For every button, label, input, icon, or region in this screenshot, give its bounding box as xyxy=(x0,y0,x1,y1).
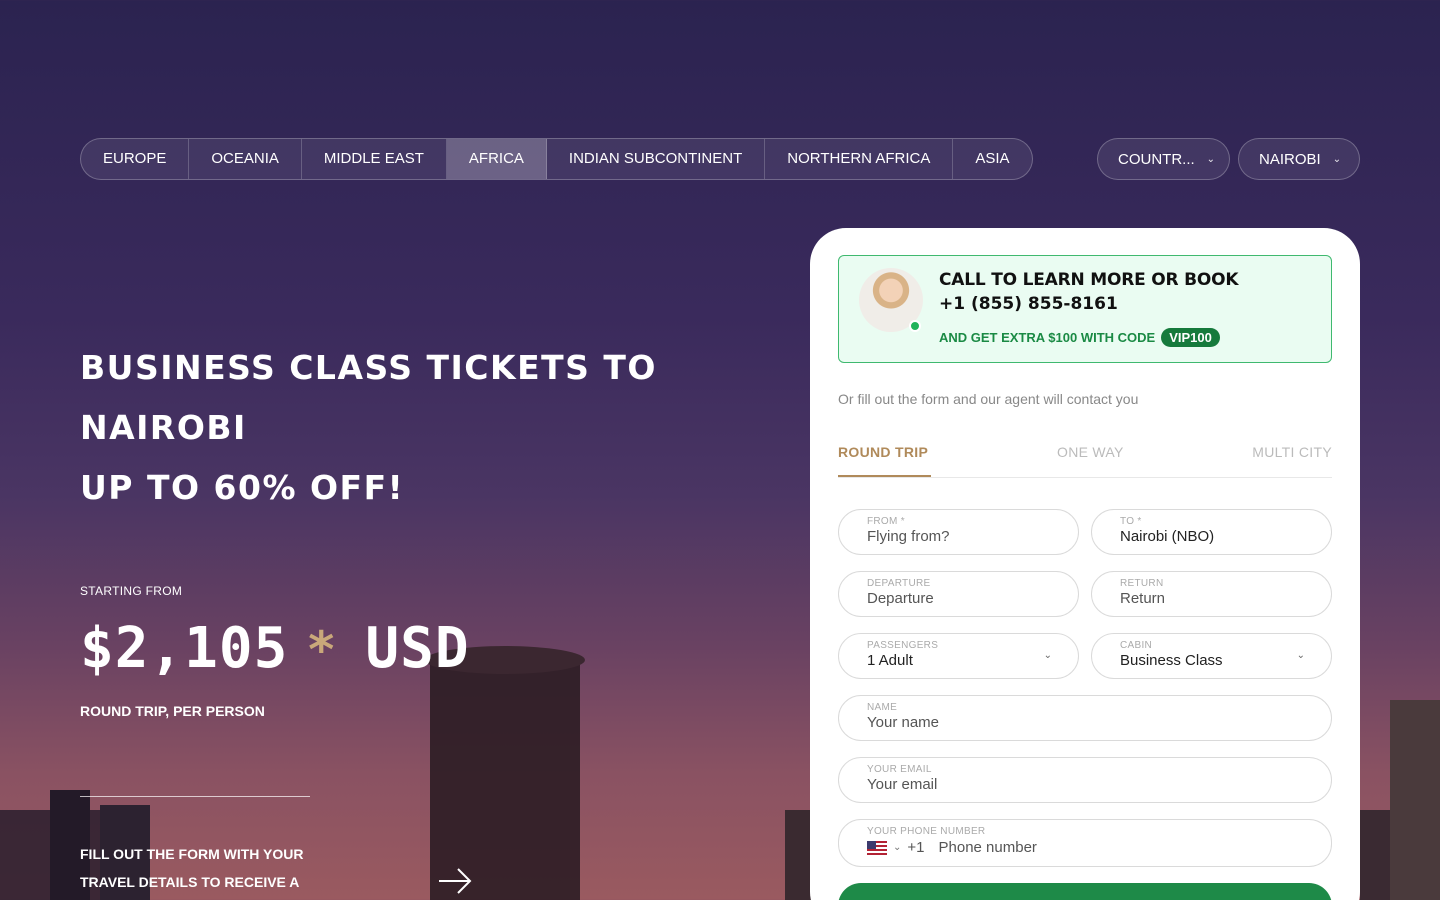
passengers-label: PASSENGERS xyxy=(867,640,939,651)
country-dropdown-label: COUNTR... xyxy=(1118,150,1195,168)
price-display: $2,105 * USD xyxy=(80,616,470,681)
from-input[interactable]: Flying from? xyxy=(867,528,1050,545)
email-input[interactable]: Your email xyxy=(867,776,1303,793)
submit-button[interactable] xyxy=(838,883,1332,900)
round-trip-note: ROUND TRIP, PER PERSON xyxy=(80,703,265,719)
trip-type-tabs: ROUND TRIP ONE WAY MULTI CITY xyxy=(838,438,1332,478)
region-tab-africa[interactable]: AFRICA xyxy=(446,139,547,179)
call-title: CALL TO LEARN MORE OR BOOK xyxy=(939,270,1239,290)
form-intro-text: Or fill out the form and our agent will … xyxy=(838,391,1139,407)
chevron-down-icon[interactable]: ⌄ xyxy=(893,842,901,853)
online-status-dot xyxy=(909,320,921,332)
region-tab-asia[interactable]: ASIA xyxy=(953,139,1031,179)
tab-round-trip[interactable]: ROUND TRIP xyxy=(838,444,928,460)
to-input[interactable]: Nairobi (NBO) xyxy=(1120,528,1303,545)
tab-multi-city[interactable]: MULTI CITY xyxy=(1252,444,1332,460)
email-field[interactable]: YOUR EMAIL Your email xyxy=(838,757,1332,803)
hero-divider xyxy=(80,796,310,797)
price-currency: USD xyxy=(365,616,470,681)
fill-form-note: FILL OUT THE FORM WITH YOUR TRAVEL DETAI… xyxy=(80,846,304,890)
email-label: YOUR EMAIL xyxy=(867,764,932,775)
region-tab-europe[interactable]: EUROPE xyxy=(81,139,190,179)
return-input[interactable]: Return xyxy=(1120,590,1303,607)
chevron-down-icon: ⌄ xyxy=(1332,153,1342,165)
phone-input[interactable]: Phone number xyxy=(939,839,1037,856)
promo-line: AND GET EXTRA $100 WITH CODE VIP100 xyxy=(939,328,1220,347)
cabin-select[interactable]: CABIN Business Class ⌄ xyxy=(1091,633,1332,679)
hero-title-line1: BUSINESS CLASS TICKETS TO xyxy=(80,348,657,387)
price-asterisk: * xyxy=(306,621,338,679)
to-field[interactable]: TO * Nairobi (NBO) xyxy=(1091,509,1332,555)
region-tab-middle-east[interactable]: MIDDLE EAST xyxy=(302,139,447,179)
return-field[interactable]: RETURN Return xyxy=(1091,571,1332,617)
departure-field[interactable]: DEPARTURE Departure xyxy=(838,571,1079,617)
name-field[interactable]: NAME Your name xyxy=(838,695,1332,741)
arrow-right-icon[interactable] xyxy=(436,862,474,900)
passengers-select[interactable]: PASSENGERS 1 Adult ⌄ xyxy=(838,633,1079,679)
phone-country-code: +1 xyxy=(907,839,925,856)
from-field[interactable]: FROM * Flying from? xyxy=(838,509,1079,555)
return-label: RETURN xyxy=(1120,578,1164,589)
us-flag-icon[interactable] xyxy=(867,840,887,855)
hero-title: BUSINESS CLASS TICKETS TO NAIROBI UP TO … xyxy=(80,338,720,518)
call-phone-link[interactable]: +1 (855) 855-8161 xyxy=(939,294,1118,314)
to-label: TO * xyxy=(1120,516,1142,527)
tab-one-way[interactable]: ONE WAY xyxy=(1057,444,1124,460)
phone-label: YOUR PHONE NUMBER xyxy=(867,826,986,837)
chevron-down-icon: ⌄ xyxy=(1206,153,1216,165)
promo-code-badge: VIP100 xyxy=(1161,328,1220,347)
phone-field[interactable]: YOUR PHONE NUMBER ⌄ +1 Phone number xyxy=(838,819,1332,867)
active-tab-underline xyxy=(838,475,931,477)
region-tabs: EUROPE OCEANIA MIDDLE EAST AFRICA INDIAN… xyxy=(80,138,1033,180)
starting-from-label: STARTING FROM xyxy=(80,584,183,598)
chevron-down-icon: ⌄ xyxy=(1043,650,1052,661)
booking-form-card: CALL TO LEARN MORE OR BOOK +1 (855) 855-… xyxy=(810,228,1360,900)
name-input[interactable]: Your name xyxy=(867,714,1303,731)
region-tab-indian-subcontinent[interactable]: INDIAN SUBCONTINENT xyxy=(547,139,766,179)
price-amount: $2,105 xyxy=(80,616,289,681)
region-tab-northern-africa[interactable]: NORTHERN AFRICA xyxy=(765,139,954,179)
chevron-down-icon: ⌄ xyxy=(1296,650,1305,661)
city-dropdown-label: NAIROBI xyxy=(1259,150,1321,168)
departure-input[interactable]: Departure xyxy=(867,590,1050,607)
hero-title-line3: UP TO 60% OFF! xyxy=(80,468,405,507)
country-dropdown[interactable]: COUNTR... ⌄ xyxy=(1097,138,1230,180)
phone-input-row: ⌄ +1 Phone number xyxy=(867,839,1303,856)
promo-text: AND GET EXTRA $100 WITH CODE xyxy=(939,330,1156,345)
passengers-value: 1 Adult xyxy=(867,652,913,669)
region-tab-oceania[interactable]: OCEANIA xyxy=(189,139,302,179)
hero-title-line2: NAIROBI xyxy=(80,408,247,447)
name-label: NAME xyxy=(867,702,898,713)
city-dropdown[interactable]: NAIROBI ⌄ xyxy=(1238,138,1360,180)
call-to-book-box: CALL TO LEARN MORE OR BOOK +1 (855) 855-… xyxy=(838,255,1332,363)
cabin-value: Business Class xyxy=(1120,652,1223,669)
departure-label: DEPARTURE xyxy=(867,578,931,589)
cabin-label: CABIN xyxy=(1120,640,1153,651)
from-label: FROM * xyxy=(867,516,905,527)
